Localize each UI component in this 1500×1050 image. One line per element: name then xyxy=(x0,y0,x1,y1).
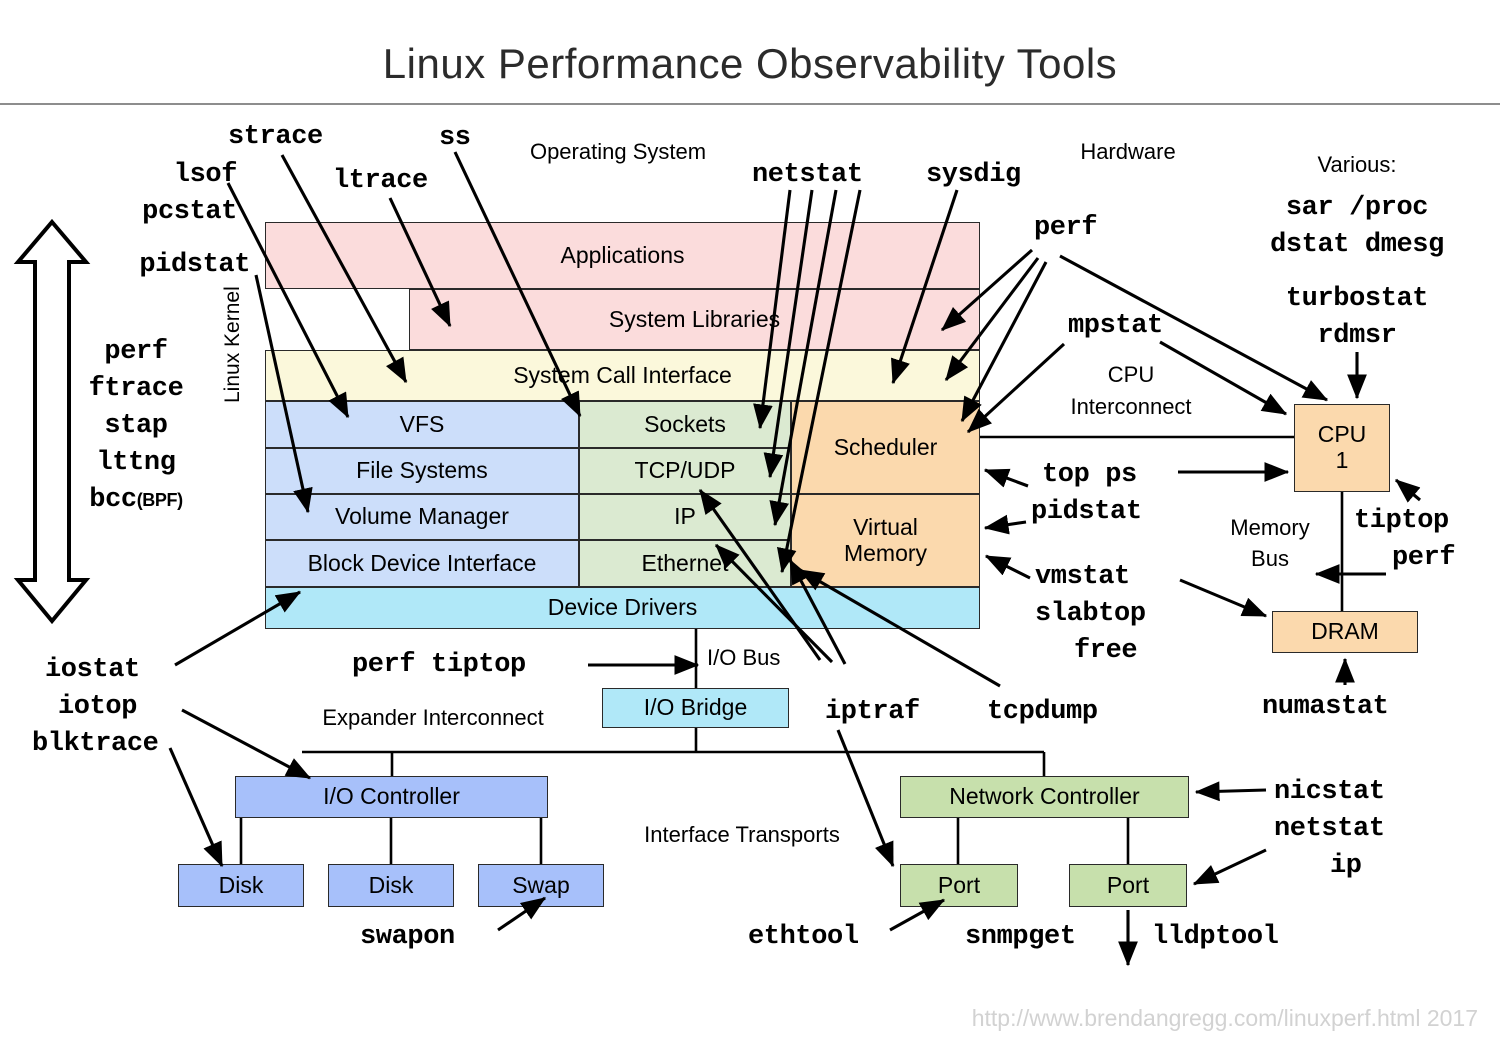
arrow-nicstat-to-network-controller xyxy=(1194,781,1267,802)
tool-strace: strace xyxy=(228,122,323,152)
tool-lsof: lsof xyxy=(173,160,238,190)
tool-mpstat: mpstat xyxy=(1068,311,1163,341)
tool-iostat: iostat xyxy=(45,655,140,685)
box-volume-manager: Volume Manager xyxy=(265,494,579,540)
tool-ethtool: ethtool xyxy=(748,922,859,952)
footer-attribution: http://www.brendangregg.com/linuxperf.ht… xyxy=(971,1005,1478,1031)
box-system-libraries: System Libraries xyxy=(409,289,980,350)
box-network-controller: Network Controller xyxy=(900,776,1189,818)
box-disk-2: Disk xyxy=(328,864,454,907)
tool-ftrace: ftrace xyxy=(88,374,184,404)
arrow-top-ps-to-scheduler xyxy=(983,468,1029,488)
box-sockets: Sockets xyxy=(579,401,791,448)
label-various: Various: xyxy=(1317,152,1397,177)
box-ethernet: Ethernet xyxy=(579,540,791,587)
tool-blktrace: blktrace xyxy=(32,729,159,759)
tool-netstat-nic: netstat xyxy=(1274,814,1385,844)
box-virtual-memory-line2: Memory xyxy=(843,539,928,566)
box-system-call-interface: System Call Interface xyxy=(265,350,980,401)
tool-slabtop: slabtop xyxy=(1035,599,1146,629)
tool-perf-memory: perf xyxy=(1392,543,1456,573)
tool-lttng: lttng xyxy=(96,448,176,478)
box-applications: Applications xyxy=(265,222,980,289)
tool-iptraf: iptraf xyxy=(825,697,920,727)
arrow-iptraf-to-port xyxy=(836,729,895,868)
tool-ltrace: ltrace xyxy=(333,166,428,196)
box-port-1: Port xyxy=(900,864,1018,907)
box-io-bridge: I/O Bridge xyxy=(602,688,789,728)
arrow-tiptop-to-cpu xyxy=(1395,478,1421,503)
label-linux-kernel: Linux Kernel xyxy=(221,286,244,403)
box-io-controller: I/O Controller xyxy=(235,776,548,818)
tool-pidstat-cpu: pidstat xyxy=(1031,497,1142,527)
arrow-vmstat-to-virtual-memory xyxy=(984,554,1031,580)
box-cpu-line2: 1 xyxy=(1335,447,1349,473)
label-memory-bus-line2: Bus xyxy=(1251,546,1289,571)
tool-bcc: bcc(BPF) xyxy=(89,485,183,517)
label-expander-interconnect: Expander Interconnect xyxy=(322,705,544,730)
title-divider xyxy=(0,103,1500,105)
arrow-mpstat-to-scheduler xyxy=(966,342,1066,434)
tool-turbostat: turbostat xyxy=(1285,284,1429,314)
box-tcp-udp: TCP/UDP xyxy=(579,448,791,494)
tool-sar-proc: sar /proc xyxy=(1285,193,1429,223)
label-memory-bus-line1: Memory xyxy=(1230,515,1310,540)
tool-ip: ip xyxy=(1330,851,1362,881)
box-disk-1: Disk xyxy=(178,864,304,907)
arrow-pidstat-to-virtual-memory xyxy=(983,514,1027,535)
tool-pcstat: pcstat xyxy=(142,197,237,227)
label-interface-transports: Interface Transports xyxy=(644,822,840,847)
tool-sysdig: sysdig xyxy=(926,160,1021,190)
tool-netstat-top: netstat xyxy=(752,160,863,190)
tool-iotop: iotop xyxy=(58,692,138,722)
tool-vmstat: vmstat xyxy=(1035,562,1130,592)
box-vfs: VFS xyxy=(265,401,579,448)
tool-tcpdump: tcpdump xyxy=(987,697,1098,727)
tool-perf-hardware: perf xyxy=(1034,213,1098,243)
tool-numastat: numastat xyxy=(1262,692,1389,722)
stack-span-double-arrow xyxy=(13,218,91,625)
tool-rdmsr: rdmsr xyxy=(1317,321,1397,351)
box-cpu: CPU 1 xyxy=(1294,404,1390,492)
label-hardware: Hardware xyxy=(1080,139,1176,164)
tool-bcc-name: bcc xyxy=(89,485,137,515)
box-cpu-line1: CPU xyxy=(1317,421,1367,448)
box-swap: Swap xyxy=(478,864,604,907)
box-file-systems: File Systems xyxy=(265,448,579,494)
label-operating-system: Operating System xyxy=(529,139,707,164)
label-io-bus: I/O Bus xyxy=(707,645,781,670)
label-cpu-interconnect-line1: CPU xyxy=(1107,362,1155,387)
box-dram: DRAM xyxy=(1272,611,1418,653)
tool-pidstat-left: pidstat xyxy=(139,250,250,280)
tool-free: free xyxy=(1074,636,1138,666)
arrow-netstat-to-port xyxy=(1192,848,1267,886)
tool-swapon: swapon xyxy=(360,922,455,952)
box-block-device-interface: Block Device Interface xyxy=(265,540,579,587)
tool-dstat-dmesg: dstat dmesg xyxy=(1270,230,1444,260)
tool-snmpget: snmpget xyxy=(965,922,1076,952)
arrow-vmstat-to-dram xyxy=(1179,578,1268,618)
tool-perf-stack: perf xyxy=(104,337,168,367)
tool-lldptool: lldptool xyxy=(1152,922,1279,952)
tool-perf-tiptop: perf tiptop xyxy=(352,650,526,680)
tool-bcc-suffix: (BPF) xyxy=(136,490,183,510)
tool-stap: stap xyxy=(104,411,168,441)
label-cpu-interconnect-line2: Interconnect xyxy=(1070,394,1192,419)
box-device-drivers: Device Drivers xyxy=(265,587,980,629)
box-scheduler: Scheduler xyxy=(791,401,980,494)
tool-top-ps: top ps xyxy=(1042,460,1137,490)
arrow-blktrace-to-disk xyxy=(168,747,224,868)
box-ip: IP xyxy=(579,494,791,540)
box-port-2: Port xyxy=(1069,864,1187,907)
box-virtual-memory-line1: Virtual xyxy=(853,513,918,540)
arrow-iotop-to-io-controller xyxy=(181,708,312,780)
box-virtual-memory: Virtual Memory xyxy=(791,494,980,587)
tool-tiptop: tiptop xyxy=(1354,506,1449,536)
page-title: Linux Performance Observability Tools xyxy=(382,40,1118,87)
tool-ss: ss xyxy=(439,123,471,153)
tool-nicstat: nicstat xyxy=(1274,777,1385,807)
